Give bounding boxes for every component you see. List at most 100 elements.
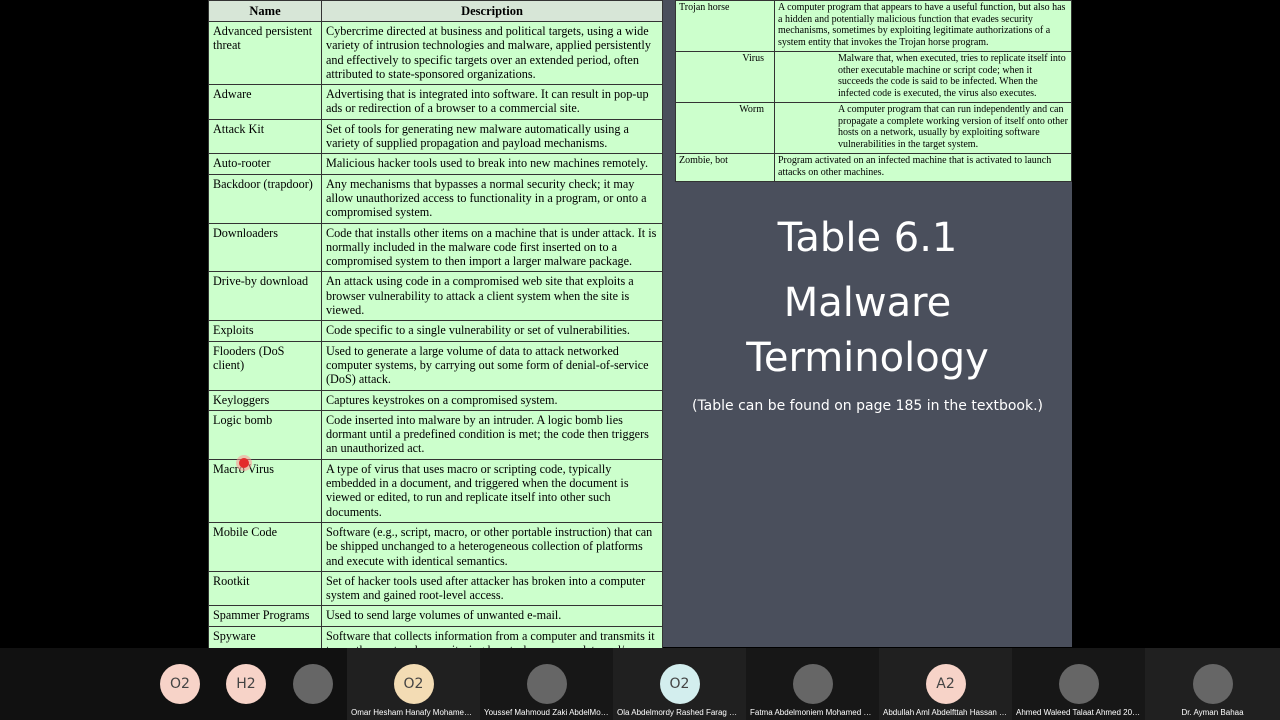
- participant-tile[interactable]: O2 Ola Abdelmordy Rashed Farag Salo...: [613, 648, 746, 720]
- term-description-cell: A computer program that appears to have …: [774, 0, 1072, 52]
- term-description: A computer program that can run independ…: [838, 104, 1068, 150]
- table-row: Rootkit Set of hacker tools used after at…: [208, 570, 663, 607]
- participant-name: Ahmed Waleed Talaat Ahmed 2000...: [1016, 708, 1141, 717]
- participant-avatar: A2: [925, 664, 966, 704]
- term-name: Trojan horse: [675, 0, 775, 52]
- table-row: Spammer Programs Used to send large volum…: [208, 605, 663, 627]
- participants-bar: O2 H2 O2 Omar Hesham Hanafy Mohamed 2...…: [0, 648, 1280, 720]
- table-row: Drive-by download An attack using code in…: [208, 271, 663, 322]
- participant-tile[interactable]: Fatma Abdelmoniem Mohamed Ma...: [746, 648, 879, 720]
- participant-name: Youssef Mahmoud Zaki AbdelMoni...: [484, 708, 609, 717]
- term-name: Macro Virus: [208, 458, 322, 523]
- term-name: Logic bomb: [208, 409, 322, 460]
- term-description: Used to generate a large volume of data …: [321, 340, 663, 391]
- term-name: Spammer Programs: [208, 605, 322, 627]
- term-description: Any mechanisms that bypasses a normal se…: [321, 173, 663, 224]
- participant-name: Fatma Abdelmoniem Mohamed Ma...: [750, 708, 875, 717]
- table-row: Advanced persistent threat Cybercrime dir…: [208, 20, 663, 86]
- participant-photo-avatar: [1192, 664, 1233, 704]
- participant-name: Ola Abdelmordy Rashed Farag Salo...: [617, 708, 742, 717]
- table-row: Exploits Code specific to a single vulner…: [208, 320, 663, 342]
- term-description: A computer program that appears to have …: [778, 2, 1066, 48]
- participant-photo-avatar: [1058, 664, 1099, 704]
- term-description: Set of tools for generating new malware …: [321, 118, 663, 155]
- term-description: Code inserted into malware by an intrude…: [321, 409, 663, 460]
- table-row: Mobile Code Software (e.g., script, macro…: [208, 521, 663, 572]
- term-description: An attack using code in a compromised we…: [321, 271, 663, 322]
- participant-avatar: O2: [393, 664, 434, 704]
- laser-pointer-icon: [239, 458, 249, 468]
- term-description: Malicious hacker tools used to break int…: [321, 153, 663, 175]
- participant-name: Abdullah Aml Abdelfttah Hassan Yo...: [883, 708, 1008, 717]
- header-name: Name: [208, 0, 322, 22]
- term-description-cell: A computer program that can run independ…: [774, 102, 1072, 154]
- term-description: A type of virus that uses macro or scrip…: [321, 458, 663, 523]
- term-name: Virus: [675, 51, 775, 103]
- term-name: Attack Kit: [208, 118, 322, 155]
- table-row: Attack Kit Set of tools for generating ne…: [208, 118, 663, 155]
- slide-note: (Table can be found on page 185 in the t…: [691, 398, 1044, 414]
- term-name: Rootkit: [208, 570, 322, 607]
- slide-table-panel: Name Description Advanced persistent thr…: [208, 0, 663, 690]
- participant-tile[interactable]: O2 Omar Hesham Hanafy Mohamed 2...: [347, 648, 480, 720]
- participant-tile[interactable]: Ahmed Waleed Talaat Ahmed 2000...: [1012, 648, 1145, 720]
- term-description-cell: Malware that, when executed, tries to re…: [774, 51, 1072, 103]
- term-description: Captures keystrokes on a compromised sys…: [321, 389, 663, 411]
- table-row: Keyloggers Captures keystrokes on a compr…: [208, 389, 663, 411]
- term-description: Cybercrime directed at business and poli…: [321, 20, 663, 86]
- malware-table: Name Description Advanced persistent thr…: [208, 0, 663, 690]
- table-row: Worm A computer program that can run inde…: [675, 102, 1072, 154]
- term-name: Downloaders: [208, 222, 322, 273]
- term-description: Advertising that is integrated into soft…: [321, 84, 663, 120]
- participant-photo-avatar[interactable]: [293, 664, 333, 704]
- malware-table-continued: Trojan horse A computer program that appe…: [675, 0, 1072, 182]
- term-name: Backdoor (trapdoor): [208, 173, 322, 224]
- slide-title-panel: Trojan horse A computer program that appe…: [663, 0, 1072, 647]
- term-name: Mobile Code: [208, 521, 322, 572]
- term-description: Code that installs other items on a mach…: [321, 222, 663, 273]
- title-line-2: Malware: [783, 280, 952, 326]
- title-line-3: Terminology: [746, 335, 989, 381]
- malware-table-body: Advanced persistent threat Cybercrime dir…: [208, 20, 663, 690]
- table-row: Flooders (DoS client) Used to generate a …: [208, 340, 663, 391]
- participant-avatar[interactable]: H2: [226, 664, 266, 704]
- participant-avatar[interactable]: O2: [160, 664, 200, 704]
- participant-photo-avatar: [526, 664, 567, 704]
- slide-title: Table 6.1 Malware Terminology: [663, 210, 1072, 386]
- term-description: Code specific to a single vulnerability …: [321, 320, 663, 342]
- participant-tile[interactable]: A2 Abdullah Aml Abdelfttah Hassan Yo...: [879, 648, 1012, 720]
- header-description: Description: [321, 0, 663, 22]
- participant-tile[interactable]: Youssef Mahmoud Zaki AbdelMoni...: [480, 648, 613, 720]
- term-name: Advanced persistent threat: [208, 20, 322, 86]
- table-row: Trojan horse A computer program that appe…: [675, 0, 1072, 52]
- malware-table-continued-body: Trojan horse A computer program that appe…: [675, 0, 1072, 182]
- participant-photo-avatar: [792, 664, 833, 704]
- term-description: Software (e.g., script, macro, or other …: [321, 521, 663, 572]
- table-row: Backdoor (trapdoor) Any mechanisms that b…: [208, 173, 663, 224]
- participant-name: Omar Hesham Hanafy Mohamed 2...: [351, 708, 476, 717]
- term-description: Program activated on an infected machine…: [778, 155, 1052, 178]
- participant-name: Dr. Ayman Bahaa: [1181, 708, 1244, 717]
- term-name: Adware: [208, 84, 322, 120]
- term-description: Set of hacker tools used after attacker …: [321, 570, 663, 607]
- term-name: Exploits: [208, 320, 322, 342]
- participant-avatar: O2: [659, 664, 700, 704]
- table-row: Logic bomb Code inserted into malware by …: [208, 409, 663, 460]
- table-row: Adware Advertising that is integrated int…: [208, 84, 663, 120]
- term-name: Auto-rooter: [208, 153, 322, 175]
- table-row: Virus Malware that, when executed, tries …: [675, 51, 1072, 103]
- table-row: Auto-rooter Malicious hacker tools used t…: [208, 153, 663, 175]
- table-row: Zombie, bot Program activated on an infec…: [675, 153, 1072, 182]
- term-description: Used to send large volumes of unwanted e…: [321, 605, 663, 627]
- term-name: Flooders (DoS client): [208, 340, 322, 391]
- table-header-row: Name Description: [208, 0, 663, 22]
- term-name: Zombie, bot: [675, 153, 775, 182]
- term-name: Keyloggers: [208, 389, 322, 411]
- term-description: Malware that, when executed, tries to re…: [838, 53, 1066, 99]
- term-description-cell: Program activated on an infected machine…: [774, 153, 1072, 182]
- term-name: Drive-by download: [208, 271, 322, 322]
- term-name: Worm: [675, 102, 775, 154]
- table-row: Downloaders Code that installs other item…: [208, 222, 663, 273]
- participant-tile[interactable]: Dr. Ayman Bahaa: [1145, 648, 1280, 720]
- table-row: Macro Virus A type of virus that uses mac…: [208, 458, 663, 523]
